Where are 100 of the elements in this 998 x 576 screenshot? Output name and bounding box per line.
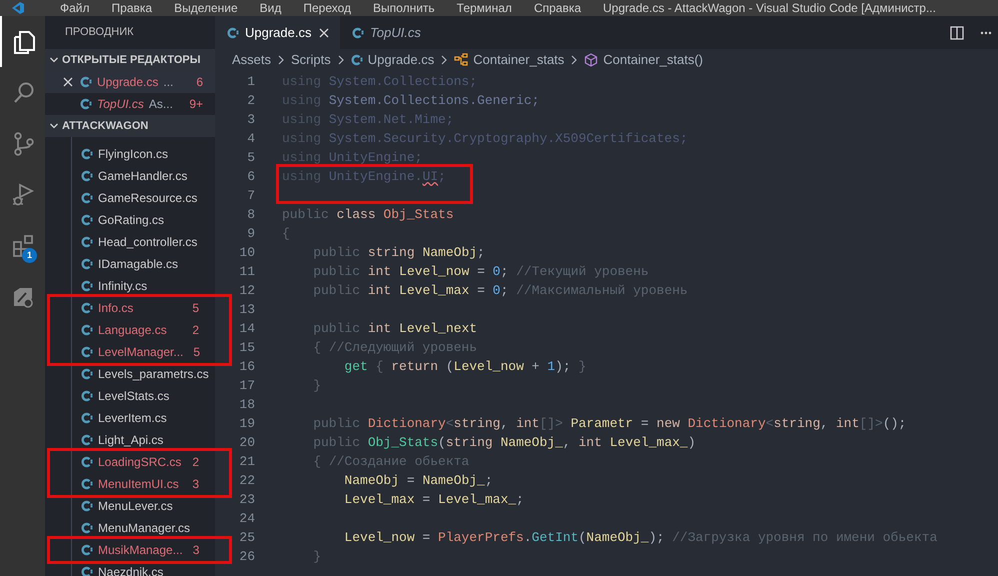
menu-item[interactable]: Выделение xyxy=(174,1,238,15)
csharp-file-icon xyxy=(227,26,239,38)
file-item[interactable]: LoadingSRC.cs 2 xyxy=(72,451,215,473)
breadcrumb-item[interactable]: Upgrade.cs xyxy=(348,50,436,70)
line-number: 14 xyxy=(238,320,255,338)
csharp-file-icon xyxy=(350,54,363,66)
line-number: 9 xyxy=(246,225,255,243)
code-line: public class Obj_Stats xyxy=(282,206,454,224)
file-item[interactable]: GoRating.cs xyxy=(72,209,215,231)
breadcrumb-item[interactable]: Scripts xyxy=(289,50,333,70)
folder-header[interactable]: ATTACKWAGON xyxy=(45,115,215,137)
code-line: } xyxy=(312,377,322,395)
csharp-file-icon xyxy=(81,544,93,556)
more-actions-icon[interactable] xyxy=(980,30,992,34)
line-number: 15 xyxy=(238,339,255,357)
chevron-right-icon xyxy=(570,55,578,65)
csharp-file-icon xyxy=(81,456,93,468)
menu-item[interactable]: Справка xyxy=(534,1,582,15)
line-number: 11 xyxy=(238,263,255,281)
code-line: } xyxy=(312,548,322,566)
file-item[interactable]: MusikManage... 3 xyxy=(72,539,215,561)
line-number: 16 xyxy=(238,358,255,376)
file-item[interactable]: Levels_parametrs.cs xyxy=(72,363,215,385)
line-number: 2 xyxy=(246,92,255,110)
code-line: get { return (Level_now + 1); } xyxy=(343,358,586,376)
csharp-file-icon xyxy=(81,280,93,292)
file-item[interactable]: LeverItem.cs xyxy=(72,407,215,429)
file-item[interactable]: MenuLever.cs xyxy=(72,495,215,517)
csharp-file-icon xyxy=(81,412,93,424)
code-line: public int Level_max = 0; //Максимальный уровень xyxy=(312,282,688,300)
menu-item[interactable]: Выполнить xyxy=(373,1,435,15)
csharp-file-icon xyxy=(81,522,93,534)
csharp-file-icon xyxy=(81,368,93,380)
menu-item[interactable]: Файл xyxy=(60,1,90,15)
csharp-file-icon xyxy=(81,236,93,248)
line-number: 25 xyxy=(238,529,255,547)
file-item[interactable]: Infinity.cs xyxy=(72,275,215,297)
file-item[interactable]: FlyingIcon.cs xyxy=(72,143,215,165)
code-line: Level_now = PlayerPrefs.GetInt(NameObj_); //Загрузка уровня по имени обьекта xyxy=(343,529,938,547)
csharp-file-icon xyxy=(81,500,93,512)
csharp-file-icon xyxy=(81,434,93,446)
close-icon[interactable] xyxy=(319,28,330,38)
chevron-icon[interactable] xyxy=(49,121,59,131)
class-icon xyxy=(454,53,468,67)
line-number: 26 xyxy=(238,548,255,566)
file-item[interactable]: Info.cs 5 xyxy=(72,297,215,319)
file-item[interactable]: Head_controller.cs xyxy=(72,231,215,253)
line-number: 21 xyxy=(238,453,255,471)
editor-tab[interactable]: Upgrade.cs xyxy=(215,16,340,49)
csharp-file-icon xyxy=(81,324,93,336)
line-number: 17 xyxy=(238,377,255,395)
chevron-right-icon xyxy=(277,55,286,65)
csharp-file-icon xyxy=(81,192,93,204)
file-item[interactable]: MenuItemUI.cs 3 xyxy=(72,473,215,495)
chevron-icon[interactable] xyxy=(49,55,59,65)
file-item[interactable]: Light_Api.cs xyxy=(72,429,215,451)
breadcrumb-item[interactable]: Container_stats() xyxy=(582,50,706,70)
code-line: public int Level_next xyxy=(312,320,478,338)
line-number: 10 xyxy=(238,244,255,262)
line-number: 13 xyxy=(238,301,255,319)
breadcrumb-item[interactable]: Container_stats xyxy=(452,50,566,70)
file-item[interactable]: GameHandler.cs xyxy=(72,165,215,187)
file-item[interactable]: LevelStats.cs xyxy=(72,385,215,407)
code-line: { //Создание обьекта xyxy=(312,453,470,471)
csharp-file-icon xyxy=(81,346,93,358)
line-number: 3 xyxy=(246,111,255,129)
line-number: 24 xyxy=(238,510,255,528)
menu-item[interactable]: Вид xyxy=(260,1,282,15)
chevron-right-icon xyxy=(440,55,448,65)
code-line: public int Level_now = 0; //Текущий уровень xyxy=(312,263,649,281)
file-item[interactable]: GameResource.cs xyxy=(72,187,215,209)
file-item[interactable]: MenuManager.cs xyxy=(72,517,215,539)
close-icon[interactable] xyxy=(63,77,73,87)
open-editors-header[interactable]: ОТКРЫТЫЕ РЕДАКТОРЫ xyxy=(45,49,215,71)
csharp-file-icon xyxy=(81,170,93,182)
breadcrumb-item[interactable]: Assets xyxy=(230,50,274,70)
file-item[interactable]: LevelManager... 5 xyxy=(72,341,215,363)
menu-item[interactable]: Терминал xyxy=(456,1,512,15)
line-number: 6 xyxy=(246,168,255,186)
code-line: { xyxy=(282,225,290,243)
line-number: 7 xyxy=(246,187,255,205)
line-number: 22 xyxy=(238,472,255,490)
csharp-file-icon xyxy=(352,26,364,38)
file-item[interactable]: IDamagable.cs xyxy=(72,253,215,275)
file-item[interactable]: Language.cs 2 xyxy=(72,319,215,341)
cube-icon xyxy=(584,53,598,67)
line-number: 5 xyxy=(246,149,255,167)
chevron-right-icon xyxy=(336,55,345,65)
csharp-file-icon xyxy=(81,566,93,576)
split-editor-icon[interactable] xyxy=(950,26,964,40)
csharp-file-icon xyxy=(81,148,93,160)
open-editor-item[interactable]: TopUI.cs As... 9+ xyxy=(45,93,215,115)
code-line: public Dictionary<string, int[]> Parametr = new Dictionary<string, int[]>(); xyxy=(312,415,906,433)
code-line: { //Следующий уровень xyxy=(312,339,478,357)
open-editor-item[interactable]: Upgrade.cs ... 6 xyxy=(45,71,215,93)
sidebar-title: ПРОВОДНИК xyxy=(65,25,134,40)
run-debug-icon[interactable] xyxy=(10,182,36,208)
file-item[interactable]: Naezdnik.cs xyxy=(72,561,215,576)
menu-item[interactable]: Переход xyxy=(303,1,352,15)
menu-item[interactable]: Правка xyxy=(112,1,152,15)
